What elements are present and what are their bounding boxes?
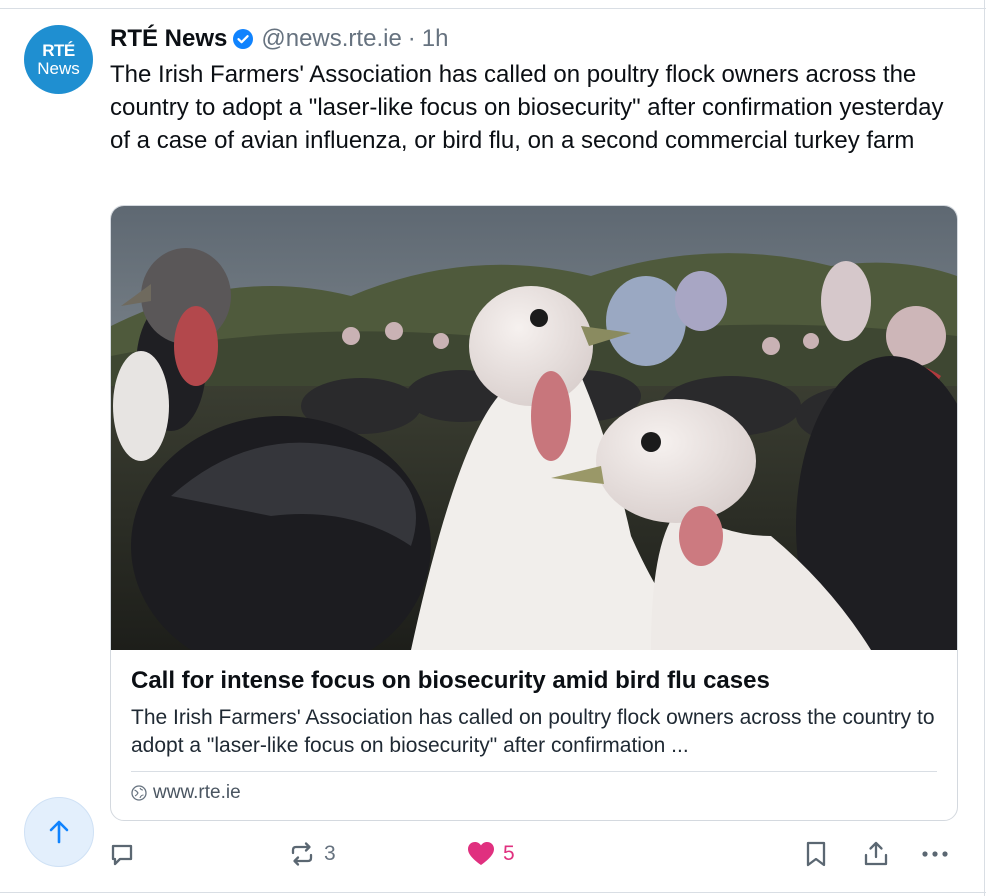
- link-card-description: The Irish Farmers' Association has calle…: [131, 706, 935, 757]
- link-card[interactable]: Call for intense focus on biosecurity am…: [110, 205, 958, 821]
- author-handle[interactable]: @news.rte.ie: [261, 25, 401, 53]
- author-display-name[interactable]: RTÉ News: [110, 25, 227, 53]
- reply-button[interactable]: [108, 838, 136, 870]
- bookmark-button[interactable]: [803, 838, 829, 870]
- reply-icon: [111, 844, 133, 866]
- repost-icon: [291, 842, 313, 866]
- link-card-domain: www.rte.ie: [131, 782, 241, 804]
- like-count: 5: [503, 842, 515, 865]
- more-options-icon: [922, 851, 948, 857]
- share-icon: [864, 841, 888, 866]
- bookmark-icon: [806, 841, 826, 867]
- post-text: The Irish Farmers' Association has calle…: [110, 61, 944, 154]
- globe-icon: [131, 785, 147, 801]
- arrow-up-icon: [49, 820, 69, 844]
- bottom-divider: [0, 892, 986, 893]
- more-options-button[interactable]: [920, 838, 950, 870]
- top-divider: [0, 0, 986, 9]
- repost-button[interactable]: 3: [288, 838, 336, 870]
- turkey-flock-photo: [111, 206, 957, 650]
- avatar-text-top: RTÉ: [42, 40, 75, 60]
- scroll-to-top-button[interactable]: [24, 797, 94, 867]
- link-card-divider: [131, 771, 937, 772]
- link-card-title: Call for intense focus on biosecurity am…: [131, 667, 770, 694]
- heart-icon: [468, 842, 494, 865]
- verified-badge-icon: [233, 29, 254, 49]
- share-button[interactable]: [862, 838, 890, 870]
- like-button[interactable]: 5: [467, 838, 515, 870]
- link-card-domain-text: www.rte.ie: [153, 782, 241, 803]
- right-divider: [984, 0, 985, 896]
- repost-count: 3: [324, 842, 336, 865]
- avatar-text-bottom: News: [37, 58, 80, 78]
- post-timestamp[interactable]: 1h: [422, 25, 449, 53]
- avatar[interactable]: RTÉ News: [24, 25, 93, 94]
- separator-dot: ·: [407, 25, 416, 52]
- post-header: RTÉ News @news.rte.ie · 1h: [110, 24, 449, 54]
